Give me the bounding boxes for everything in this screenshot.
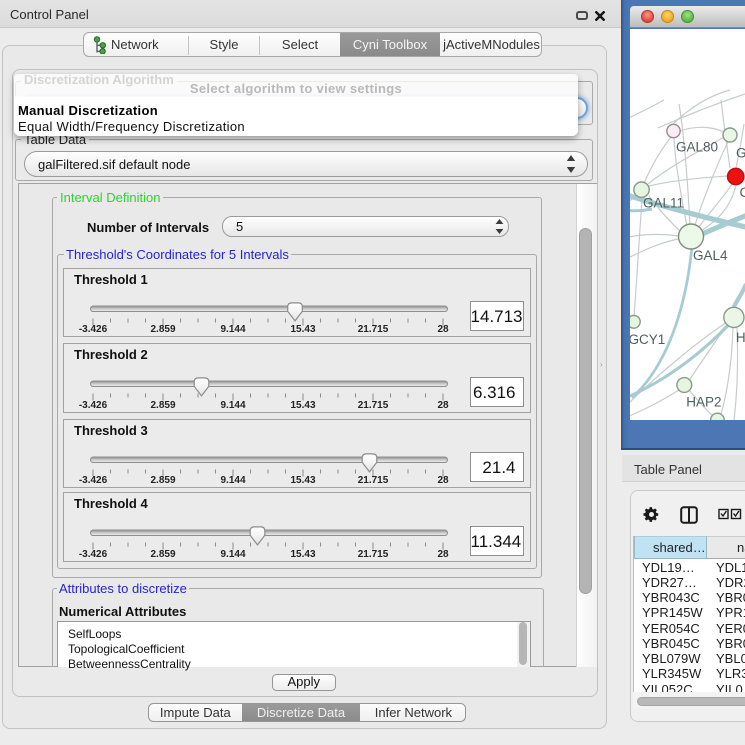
svg-text:H: H — [736, 330, 745, 345]
svg-text:GAL80: GAL80 — [676, 140, 718, 155]
svg-text:GAL11: GAL11 — [643, 196, 684, 211]
svg-text:GCY1: GCY1 — [630, 332, 665, 347]
svg-text:GA: GA — [736, 146, 745, 161]
svg-text:HAP2: HAP2 — [686, 394, 721, 409]
svg-text:C: C — [740, 185, 745, 200]
svg-text:GAL4: GAL4 — [693, 248, 728, 263]
